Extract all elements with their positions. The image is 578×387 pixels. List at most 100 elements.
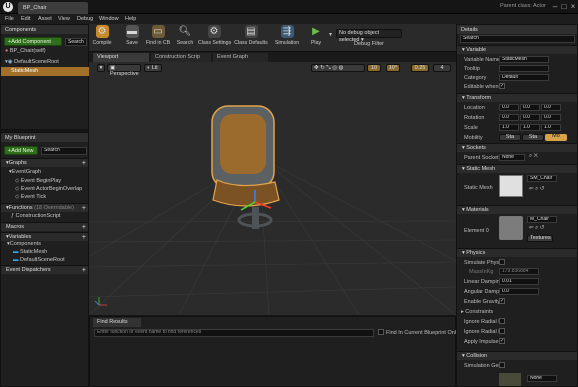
scale-snap-value[interactable]: 0.25 [411,64,429,72]
perspective-button[interactable]: ▣ Perspective [107,64,141,77]
editor-tab[interactable]: BP_Chair [18,2,88,14]
macros-section[interactable]: Macros + [1,222,88,231]
component-item-self[interactable]: ● BP_Chair(self) [1,47,89,56]
linear-damping-field[interactable]: 0.01 [499,278,539,285]
find-search-input[interactable]: Enter function or event name to find ref… [94,329,374,337]
collision-dropdown[interactable]: None [527,375,557,382]
viewport-options-icon[interactable]: ▾ [97,64,105,72]
tooltip-field[interactable] [499,65,549,72]
scale-z[interactable]: 1.0 [541,124,561,131]
material-browse-icon[interactable]: ⇐ ⌕ ↺ [529,225,544,232]
variable-item[interactable]: ▬ DefaultSceneRoot [1,256,65,265]
materials-section[interactable]: ▾ Materials [457,205,577,214]
add-component-button[interactable]: +Add Component [4,37,62,46]
tooltip-label: Tooltip [464,66,480,72]
location-y[interactable]: 0.0 [520,104,540,111]
chair-model[interactable] [211,105,280,229]
constraints-row[interactable]: ▸ Constraints [461,309,493,315]
mobility-movable[interactable]: Mo [545,133,567,141]
play-button[interactable]: ▶ Play [304,25,328,51]
save-button[interactable]: ▬ Save [121,25,143,51]
rotation-z[interactable]: 0.0 [541,114,561,121]
enable-gravity-checkbox[interactable]: ✓ [499,298,505,304]
find-results-tab[interactable]: Find Results [93,318,141,327]
textures-dropdown[interactable]: Textures [527,235,553,242]
mobility-stationary[interactable]: Sta [522,134,544,141]
add-macro-icon[interactable]: + [82,223,86,232]
static-mesh-field[interactable]: SM_Chair [527,175,557,182]
transform-tools[interactable]: ✥ ↻ ⤡ ◎ ◍ [311,64,365,72]
current-blueprint-checkbox[interactable] [378,329,384,335]
mobility-static[interactable]: Sta [499,134,521,141]
event-item[interactable]: ◇ Event Tick [1,193,46,202]
menu-view[interactable]: View [58,16,70,22]
menu-debug[interactable]: Debug [77,16,93,22]
simulation-button[interactable]: ⇶ Simulation [273,25,301,51]
blueprint-search-input[interactable]: Search [41,147,87,155]
physics-section[interactable]: ▾ Physics [457,248,577,257]
scale-x[interactable]: 1.0 [499,124,519,131]
static-mesh-section[interactable]: ▾ Static Mesh [457,164,577,173]
eventgraph-item[interactable]: ▾EventGraph [1,168,41,177]
component-item-root[interactable]: ▾◉ DefaultSceneRoot [1,58,89,67]
viewport[interactable]: ▾ ▣ Perspective ◐ Lit ✥ ↻ ⤡ ◎ ◍ 10 10° 0… [89,62,456,315]
lit-button[interactable]: ◐ Lit [144,64,162,72]
add-new-button[interactable]: +Add New [4,146,38,155]
compile-button[interactable]: ⚙ Compile [91,25,113,51]
find-in-cb-button[interactable]: ▭ Find in CB [145,25,171,51]
components-search-input[interactable]: Search [65,38,87,46]
details-search-input[interactable]: Search [460,35,575,43]
rotation-y[interactable]: 0.0 [520,114,540,121]
add-function-icon[interactable]: + [82,204,86,213]
tab-construction-script[interactable]: Construction Scrip [151,53,211,62]
play-options-icon[interactable]: ▾ [329,31,332,38]
menu-file[interactable]: File [5,16,14,22]
collision-section[interactable]: ▾ Collision [457,351,577,360]
tab-viewport[interactable]: Viewport [93,53,149,62]
rotation-snap-value[interactable]: 10° [386,64,400,72]
ignore-radial-impulse-checkbox[interactable] [499,318,505,324]
class-defaults-button[interactable]: ▤ Class Defaults [234,25,268,51]
mass-field[interactable]: 179.836884 [499,268,539,275]
search-button[interactable]: 🔍︎ Search [174,25,196,51]
mesh-browse-icon[interactable]: ⇐ ⌕ ↺ [529,186,544,193]
transform-section[interactable]: ▾ Transform [457,93,577,102]
close-icon[interactable]: × [567,1,578,12]
menu-asset[interactable]: Asset [38,16,52,22]
simulation-generates-checkbox[interactable] [499,362,505,368]
component-item-staticmesh[interactable]: StaticMesh [1,67,89,76]
menu-window[interactable]: Window [99,16,119,22]
event-dispatchers-section[interactable]: Event Dispatchers + [1,265,88,274]
scale-y[interactable]: 1.0 [520,124,540,131]
class-settings-button[interactable]: ⚙ Class Settings [198,25,231,51]
graphs-section[interactable]: ▾Graphs + [1,158,88,167]
functions-section[interactable]: ▾Functions (18 Overridable) + [1,203,88,212]
variable-name-field[interactable]: StaticMesh [499,56,549,63]
construction-script-item[interactable]: ƒ ConstructionScript [1,212,61,221]
category-dropdown[interactable]: Default [499,74,549,81]
menu-help[interactable]: Help [125,16,136,22]
simulate-physics-checkbox[interactable] [499,259,505,265]
apply-impulse-checkbox[interactable]: ✓ [499,338,505,344]
location-x[interactable]: 0.0 [499,104,519,111]
rotation-x[interactable]: 0.0 [499,114,519,121]
menu-edit[interactable]: Edit [21,16,30,22]
variable-section[interactable]: ▾ Variable [457,45,577,54]
ignore-radial-force-checkbox[interactable] [499,328,505,334]
tab-event-graph[interactable]: Event Graph [213,53,268,62]
location-z[interactable]: 0.0 [541,104,561,111]
grid-snap-value[interactable]: 10 [367,64,381,72]
document-tabs: Viewport Construction Scrip Event Graph [89,52,456,62]
parent-socket-field[interactable]: None [499,154,525,161]
camera-speed-value[interactable]: 4 [433,64,451,72]
add-dispatcher-icon[interactable]: + [82,266,86,275]
debug-object-dropdown[interactable]: No debug object selected ▾ [336,29,402,43]
add-graph-icon[interactable]: + [82,159,86,168]
editable-checkbox[interactable]: ✓ [499,83,505,89]
angular-damping-field[interactable]: 0.0 [499,288,539,295]
sockets-section[interactable]: ▾ Sockets [457,143,577,152]
material-field[interactable]: M_Chair [527,216,557,223]
add-variable-icon[interactable]: + [82,233,86,242]
search-socket-icon[interactable]: ⌕ ✕ [529,153,538,160]
current-blueprint-label: Find In Current Blueprint Only [386,330,459,336]
